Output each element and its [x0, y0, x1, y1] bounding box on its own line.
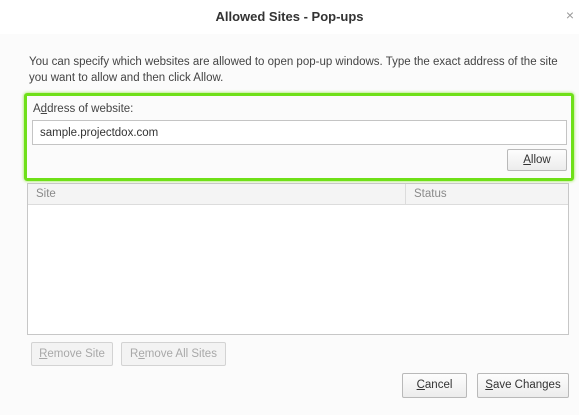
- save-label: ave Changes: [492, 379, 561, 391]
- save-accesskey: S: [485, 379, 493, 391]
- close-icon[interactable]: ×: [563, 7, 577, 23]
- address-section-highlight: Address of website: Allow: [24, 93, 574, 181]
- allow-label: llow: [530, 154, 551, 166]
- address-label: Address of website:: [33, 103, 133, 115]
- table-header: Site Status: [28, 184, 568, 205]
- remove-all-label: move All Sites: [144, 348, 217, 360]
- address-label-part2: dress of website:: [47, 103, 134, 115]
- allow-button[interactable]: Allow: [507, 149, 567, 171]
- cancel-button[interactable]: Cancel: [402, 373, 467, 398]
- remove-site-label: emove Site: [47, 348, 105, 360]
- remove-all-sites-button[interactable]: Remove All Sites: [121, 342, 226, 366]
- dialog-description: You can specify which websites are allow…: [29, 56, 558, 84]
- title-bar: Allowed Sites - Pop-ups ×: [0, 0, 579, 34]
- save-changes-button[interactable]: Save Changes: [477, 373, 569, 398]
- address-label-part1: A: [33, 103, 41, 115]
- website-address-input[interactable]: [32, 120, 567, 145]
- column-header-status[interactable]: Status: [406, 184, 568, 205]
- cancel-accesskey: C: [416, 379, 425, 391]
- allowed-sites-dialog: Allowed Sites - Pop-ups × You can specif…: [0, 0, 579, 415]
- sites-table[interactable]: Site Status: [27, 183, 569, 335]
- cancel-label: ancel: [424, 379, 453, 391]
- dialog-title: Allowed Sites - Pop-ups: [215, 9, 364, 24]
- allow-accesskey: A: [523, 154, 531, 166]
- column-header-site[interactable]: Site: [28, 184, 406, 205]
- remove-site-button[interactable]: Remove Site: [31, 342, 113, 366]
